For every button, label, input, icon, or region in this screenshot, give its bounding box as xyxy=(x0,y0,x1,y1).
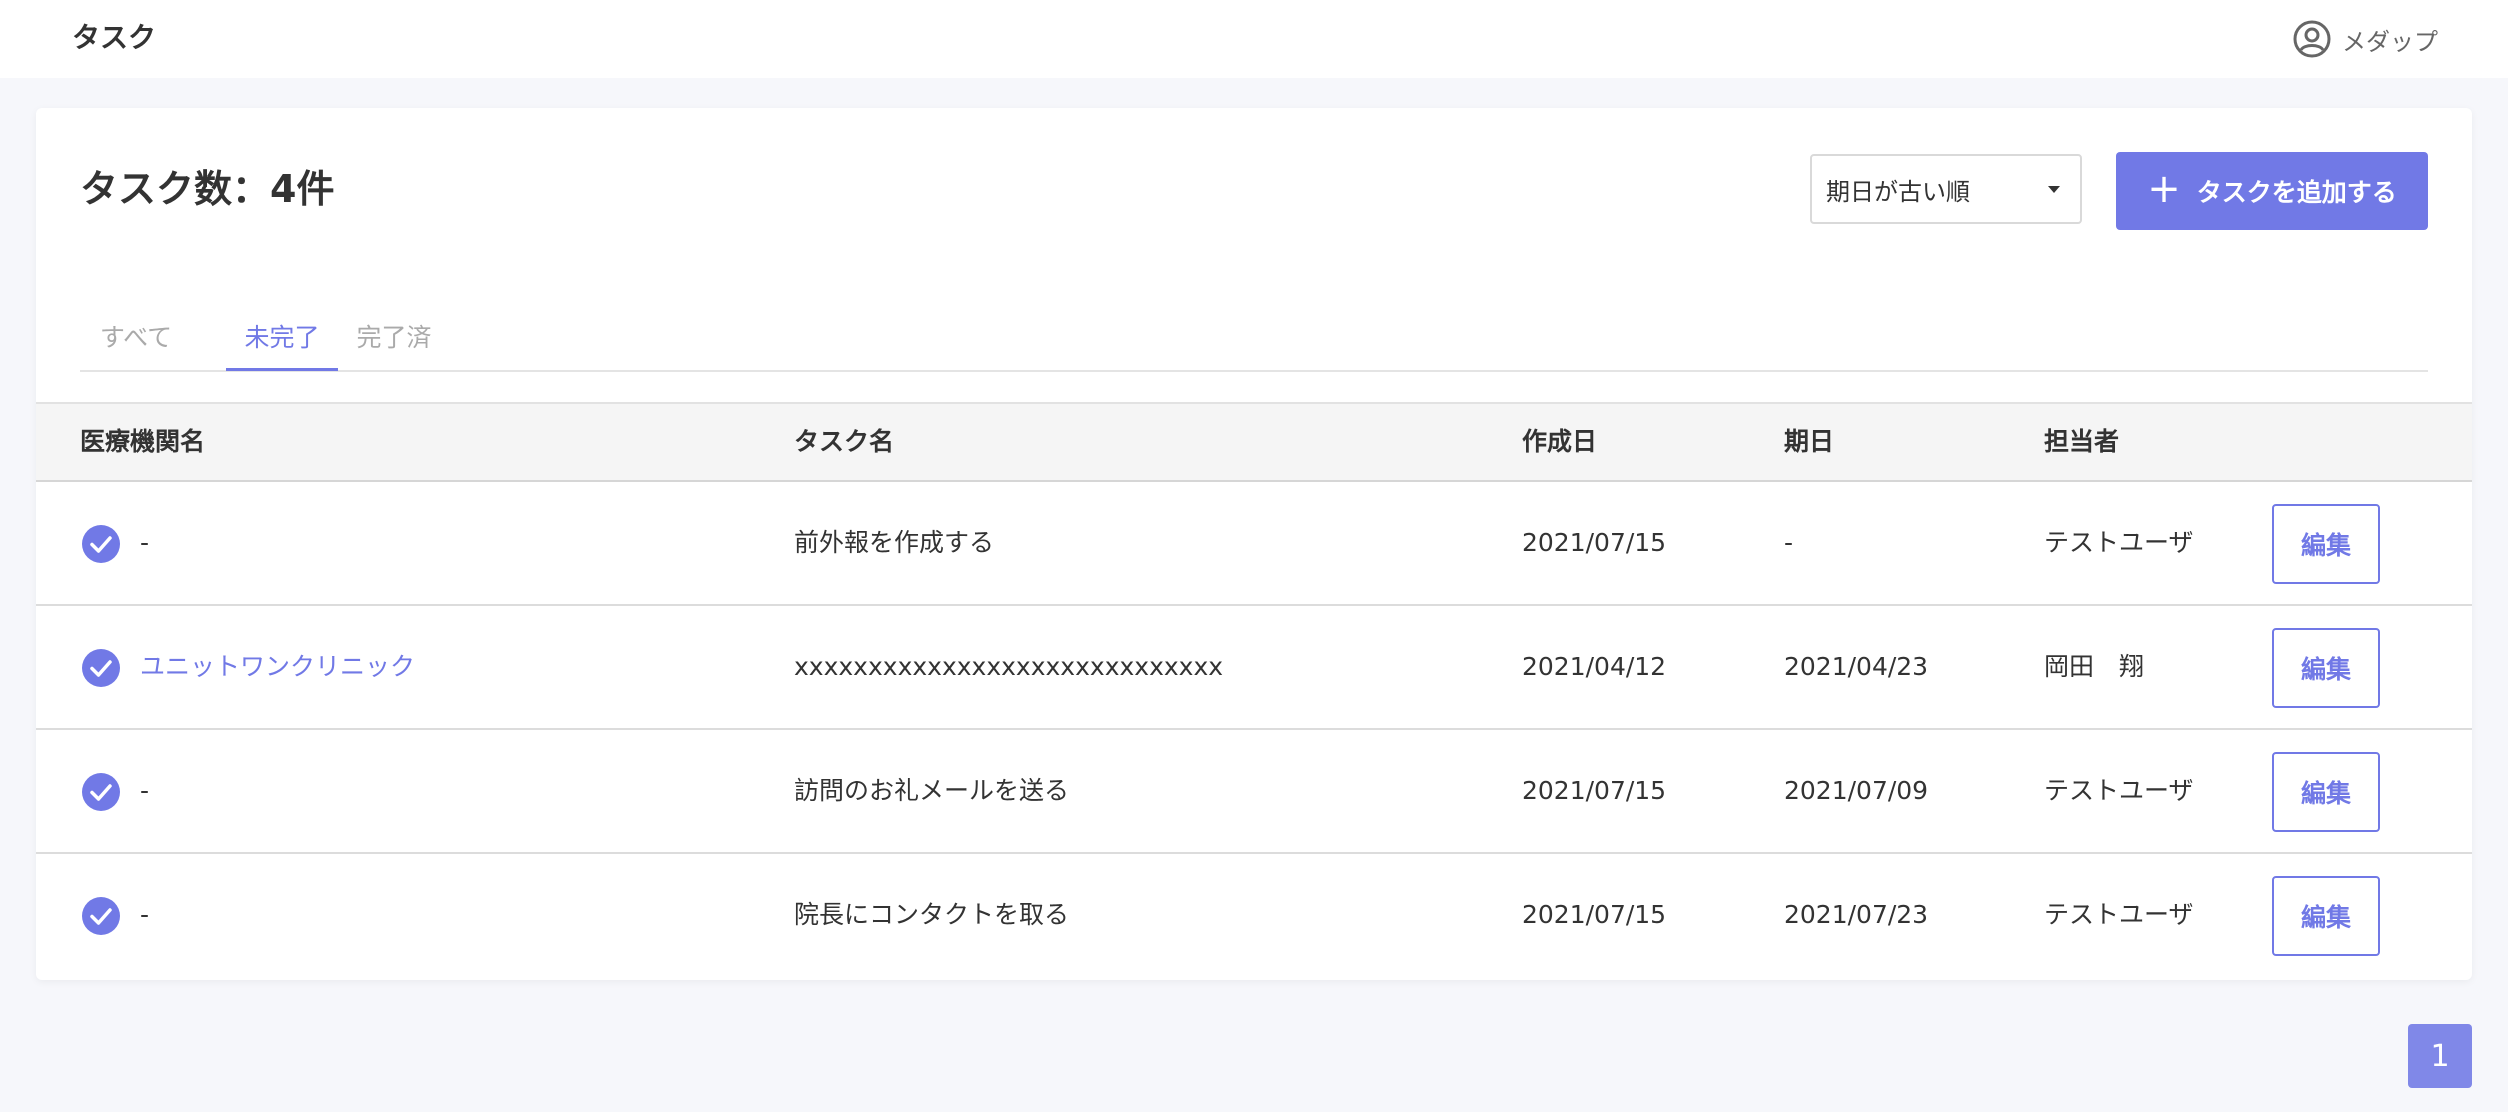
add-task-button[interactable]: + タスクを追加する xyxy=(2116,152,2428,230)
check-circle-icon[interactable] xyxy=(82,897,120,935)
check-circle-icon[interactable] xyxy=(82,773,120,811)
column-due: 期日 xyxy=(1784,427,1835,456)
clinic-name-link[interactable]: ユニットワンクリニック xyxy=(140,606,415,728)
column-created: 作成日 xyxy=(1522,427,1598,456)
app-title: タスク xyxy=(72,21,157,54)
table-row: - 前外報を作成する 2021/07/15 - テストユーザ 編集 xyxy=(36,482,2472,606)
table-row: - 訪問のお礼メールを送る 2021/07/15 2021/07/09 テストユ… xyxy=(36,730,2472,854)
status-tabs: すべて 未完了 完了済 xyxy=(80,308,2428,372)
pagination-page-button[interactable]: 1 xyxy=(2408,1024,2472,1088)
column-task: タスク名 xyxy=(794,427,895,456)
task-count-title: タスク数：4件 xyxy=(80,167,335,211)
tab-incomplete[interactable]: 未完了 xyxy=(226,316,338,371)
clinic-name: - xyxy=(140,528,150,557)
top-bar: タスク メダップ xyxy=(0,0,2508,78)
due-date: 2021/04/23 xyxy=(1784,652,1929,681)
user-menu[interactable]: メダップ xyxy=(2292,18,2438,60)
task-name: 前外報を作成する xyxy=(794,528,995,557)
created-date: 2021/04/12 xyxy=(1522,652,1667,681)
assignee: テストユーザ xyxy=(2044,528,2194,557)
task-name: xxxxxxxxxxxxxxxxxxxxxxxxxxxxx xyxy=(794,652,1224,681)
column-assignee: 担当者 xyxy=(2044,427,2120,456)
clinic-name: - xyxy=(140,900,150,929)
check-circle-icon[interactable] xyxy=(82,525,120,563)
edit-button[interactable]: 編集 xyxy=(2272,752,2380,832)
clinic-name: - xyxy=(140,776,150,805)
user-name: メダップ xyxy=(2342,27,2438,56)
tab-completed[interactable]: 完了済 xyxy=(338,316,450,368)
column-clinic: 医療機関名 xyxy=(80,427,206,456)
plus-icon: + xyxy=(2147,166,2181,212)
tab-all[interactable]: すべて xyxy=(80,316,192,368)
task-card: タスク数：4件 期日が古い順 + タスクを追加する すべて 未完了 完了済 医療… xyxy=(36,108,2472,980)
assignee: テストユーザ xyxy=(2044,900,2194,929)
created-date: 2021/07/15 xyxy=(1522,776,1667,805)
user-circle-icon xyxy=(2293,20,2331,58)
edit-button[interactable]: 編集 xyxy=(2272,876,2380,956)
table-header: 医療機関名 タスク名 作成日 期日 担当者 xyxy=(36,402,2472,482)
caret-down-icon xyxy=(2048,186,2060,193)
created-date: 2021/07/15 xyxy=(1522,900,1667,929)
task-name: 訪問のお礼メールを送る xyxy=(794,776,1070,805)
due-date: - xyxy=(1784,528,1794,557)
table-row: ユニットワンクリニック xxxxxxxxxxxxxxxxxxxxxxxxxxxx… xyxy=(36,606,2472,730)
due-date: 2021/07/09 xyxy=(1784,776,1929,805)
check-circle-icon[interactable] xyxy=(82,649,120,687)
task-name: 院長にコンタクトを取る xyxy=(794,900,1070,929)
table-row: - 院長にコンタクトを取る 2021/07/15 2021/07/23 テストユ… xyxy=(36,854,2472,978)
edit-button[interactable]: 編集 xyxy=(2272,504,2380,584)
add-task-label: タスクを追加する xyxy=(2196,178,2397,207)
assignee: テストユーザ xyxy=(2044,776,2194,805)
created-date: 2021/07/15 xyxy=(1522,528,1667,557)
sort-select[interactable]: 期日が古い順 xyxy=(1810,154,2082,224)
edit-button[interactable]: 編集 xyxy=(2272,628,2380,708)
sort-selected-value: 期日が古い順 xyxy=(1826,177,1970,206)
assignee: 岡田 翔 xyxy=(2044,652,2145,681)
due-date: 2021/07/23 xyxy=(1784,900,1929,929)
